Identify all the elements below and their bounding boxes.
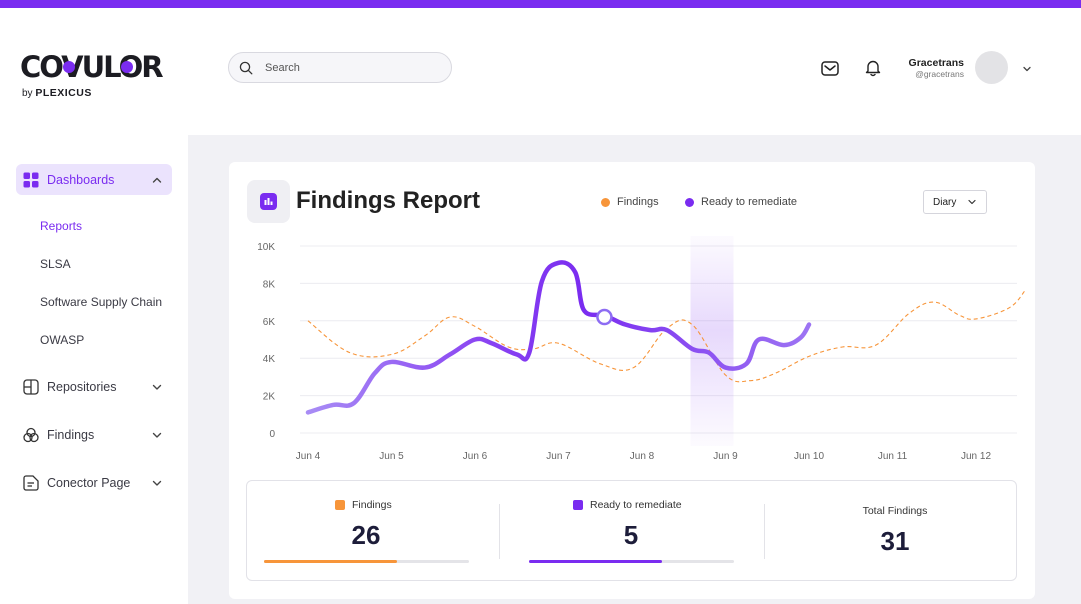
sidebar-item-dashboards[interactable]: Dashboards bbox=[16, 164, 172, 195]
stat-label-text: Findings bbox=[352, 499, 392, 511]
period-select-value: Diary bbox=[933, 196, 957, 208]
legend-label: Findings bbox=[617, 196, 659, 208]
period-select[interactable]: Diary bbox=[923, 190, 987, 214]
brand-logo[interactable]: COVULOR by PLEXICUS bbox=[20, 50, 180, 102]
user-handle: @gracetrans bbox=[915, 69, 964, 79]
x-tick-label: Jun 8 bbox=[630, 451, 655, 462]
stat-remediate-swatch bbox=[573, 500, 583, 510]
findings-icon bbox=[23, 427, 39, 443]
sidebar-item-repositories[interactable]: Repositories bbox=[16, 371, 172, 402]
stat-remediate-progress-fill bbox=[529, 560, 663, 563]
stat-remediate-value: 5 bbox=[623, 520, 639, 550]
x-tick-label: Jun 5 bbox=[379, 451, 404, 462]
chevron-down-icon[interactable] bbox=[1021, 62, 1033, 74]
stat-findings-progress bbox=[264, 560, 469, 563]
report-chart-icon bbox=[247, 180, 290, 223]
search-input[interactable] bbox=[265, 61, 425, 74]
bell-icon[interactable] bbox=[863, 58, 883, 78]
x-tick-label: Jun 11 bbox=[878, 451, 908, 462]
avatar[interactable] bbox=[975, 51, 1008, 84]
stat-total-value: 31 bbox=[880, 526, 910, 556]
y-tick-label: 6K bbox=[263, 317, 276, 328]
y-tick-label: 10K bbox=[257, 242, 275, 253]
sidebar-subitem-software-supply-chain[interactable]: Software Supply Chain bbox=[40, 295, 162, 309]
stat-label-text: Ready to remediate bbox=[590, 499, 682, 511]
page-title: Findings Report bbox=[296, 187, 480, 214]
sidebar-item-conector-page[interactable]: Conector Page bbox=[16, 467, 172, 498]
findings-line-chart: Jun 4 Jun 5 Jun 6 Jun 7 Jun 8 Jun 9 Jun 10 Jun … bbox=[257, 236, 1027, 462]
sidebar-item-findings[interactable]: Findings bbox=[16, 419, 172, 450]
y-tick-label: 2K bbox=[263, 392, 276, 403]
stat-findings-value: 26 bbox=[351, 520, 381, 550]
user-name: Gracetrans bbox=[908, 57, 964, 69]
stat-divider bbox=[764, 504, 765, 559]
stat-total-label: Total Findings bbox=[836, 505, 954, 517]
brand-name-text: COVULOR bbox=[20, 50, 163, 84]
sidebar-item-label: Dashboards bbox=[47, 172, 115, 187]
series-line-remediate bbox=[305, 260, 812, 415]
x-tick-label: Jun 7 bbox=[546, 451, 571, 462]
sidebar-subitem-owasp[interactable]: OWASP bbox=[40, 333, 84, 347]
legend-findings[interactable]: Findings bbox=[601, 196, 659, 208]
brand-subtitle: by PLEXICUS bbox=[22, 87, 92, 99]
repository-icon bbox=[23, 378, 39, 395]
chevron-down-icon bbox=[151, 429, 163, 441]
y-tick-label: 8K bbox=[263, 279, 276, 290]
x-tick-label: Jun 6 bbox=[463, 451, 488, 462]
chevron-down-icon bbox=[151, 477, 163, 489]
sidebar-item-label: Conector Page bbox=[47, 475, 131, 490]
brand-wordmark: COVULOR bbox=[20, 50, 180, 92]
top-accent-bar bbox=[0, 0, 1081, 8]
legend-dot-findings bbox=[601, 197, 610, 207]
grid-icon bbox=[23, 172, 39, 188]
data-point-marker[interactable] bbox=[596, 308, 613, 326]
stat-label-text: Total Findings bbox=[862, 505, 928, 517]
chevron-down-icon bbox=[151, 381, 163, 393]
sidebar-subitem-slsa[interactable]: SLSA bbox=[40, 257, 71, 271]
search-icon bbox=[239, 61, 253, 74]
sidebar-subitem-reports[interactable]: Reports bbox=[40, 219, 82, 233]
y-tick-label: 0 bbox=[269, 429, 275, 440]
chevron-up-icon bbox=[151, 174, 163, 186]
stat-findings-swatch bbox=[335, 500, 345, 510]
search-box[interactable] bbox=[228, 52, 452, 83]
x-tick-label: Jun 10 bbox=[794, 451, 824, 462]
connector-icon bbox=[23, 474, 39, 491]
y-tick-label: 4K bbox=[263, 354, 276, 365]
stat-remediate-label: Ready to remediate bbox=[573, 499, 682, 511]
sidebar bbox=[0, 135, 188, 604]
sidebar-item-label: Findings bbox=[47, 427, 95, 442]
stat-divider bbox=[499, 504, 500, 559]
chevron-down-icon bbox=[968, 199, 976, 205]
legend-dot-remediate bbox=[685, 197, 694, 207]
legend-label: Ready to remediate bbox=[701, 196, 797, 208]
mail-icon[interactable] bbox=[820, 58, 840, 78]
stat-findings-label: Findings bbox=[335, 499, 392, 511]
x-tick-label: Jun 9 bbox=[713, 451, 738, 462]
stat-remediate-progress bbox=[529, 560, 734, 563]
sidebar-item-label: Repositories bbox=[47, 379, 117, 394]
stat-findings-progress-fill bbox=[264, 560, 398, 563]
highlight-column bbox=[690, 236, 734, 446]
x-tick-label: Jun 4 bbox=[296, 451, 321, 462]
x-tick-label: Jun 12 bbox=[961, 451, 991, 462]
legend-remediate[interactable]: Ready to remediate bbox=[685, 196, 797, 208]
